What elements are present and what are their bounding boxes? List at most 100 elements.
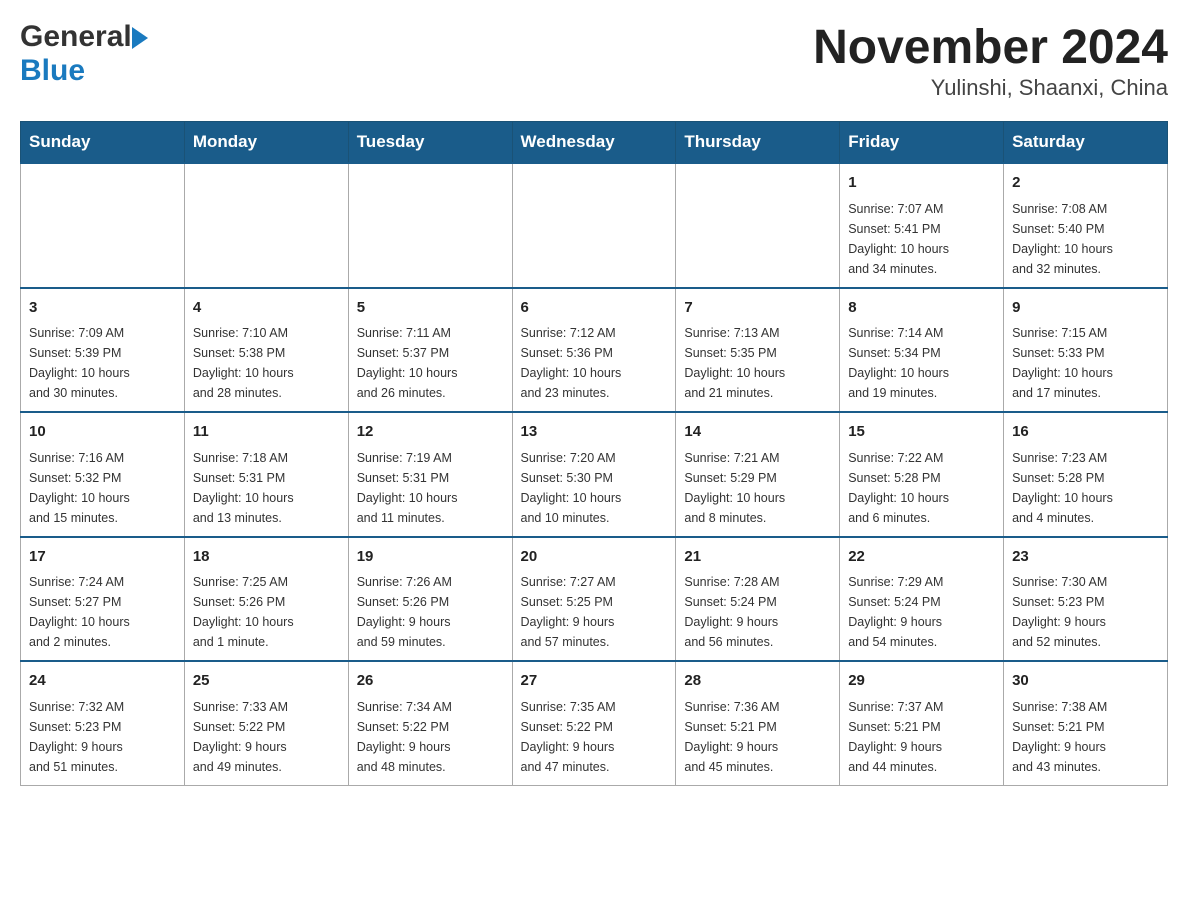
- weekday-header-tuesday: Tuesday: [348, 122, 512, 164]
- day-number: 6: [521, 297, 668, 320]
- day-number: 17: [29, 546, 176, 569]
- calendar-day-cell: 10 Sunrise: 7:16 AM Sunset: 5:32 PM Dayli…: [21, 412, 185, 537]
- logo-arrow-icon: [132, 27, 148, 49]
- day-info: Sunrise: 7:32 AM Sunset: 5:23 PM Dayligh…: [29, 697, 176, 777]
- calendar-day-cell: 26 Sunrise: 7:34 AM Sunset: 5:22 PM Dayli…: [348, 661, 512, 785]
- day-info: Sunrise: 7:07 AM Sunset: 5:41 PM Dayligh…: [848, 199, 995, 279]
- logo: General Blue: [20, 20, 148, 88]
- day-info: Sunrise: 7:29 AM Sunset: 5:24 PM Dayligh…: [848, 572, 995, 652]
- weekday-header-monday: Monday: [184, 122, 348, 164]
- calendar-day-cell: 16 Sunrise: 7:23 AM Sunset: 5:28 PM Dayli…: [1004, 412, 1168, 537]
- calendar-day-cell: 14 Sunrise: 7:21 AM Sunset: 5:29 PM Dayli…: [676, 412, 840, 537]
- calendar-day-cell: 23 Sunrise: 7:30 AM Sunset: 5:23 PM Dayli…: [1004, 537, 1168, 662]
- calendar-day-cell: [348, 163, 512, 288]
- calendar-week-row: 17 Sunrise: 7:24 AM Sunset: 5:27 PM Dayli…: [21, 537, 1168, 662]
- day-info: Sunrise: 7:12 AM Sunset: 5:36 PM Dayligh…: [521, 323, 668, 403]
- day-number: 3: [29, 297, 176, 320]
- calendar-day-cell: 24 Sunrise: 7:32 AM Sunset: 5:23 PM Dayli…: [21, 661, 185, 785]
- calendar-day-cell: 2Sunrise: 7:08 AM Sunset: 5:40 PM Daylig…: [1004, 163, 1168, 288]
- calendar-day-cell: 17 Sunrise: 7:24 AM Sunset: 5:27 PM Dayli…: [21, 537, 185, 662]
- day-number: 24: [29, 670, 176, 693]
- day-info: Sunrise: 7:15 AM Sunset: 5:33 PM Dayligh…: [1012, 323, 1159, 403]
- day-number: 11: [193, 421, 340, 444]
- day-info: Sunrise: 7:38 AM Sunset: 5:21 PM Dayligh…: [1012, 697, 1159, 777]
- calendar-day-cell: 20 Sunrise: 7:27 AM Sunset: 5:25 PM Dayli…: [512, 537, 676, 662]
- calendar-day-cell: 22 Sunrise: 7:29 AM Sunset: 5:24 PM Dayli…: [840, 537, 1004, 662]
- day-info: Sunrise: 7:34 AM Sunset: 5:22 PM Dayligh…: [357, 697, 504, 777]
- day-info: Sunrise: 7:27 AM Sunset: 5:25 PM Dayligh…: [521, 572, 668, 652]
- calendar-day-cell: [184, 163, 348, 288]
- day-info: Sunrise: 7:18 AM Sunset: 5:31 PM Dayligh…: [193, 448, 340, 528]
- day-number: 16: [1012, 421, 1159, 444]
- day-number: 15: [848, 421, 995, 444]
- calendar-week-row: 10 Sunrise: 7:16 AM Sunset: 5:32 PM Dayli…: [21, 412, 1168, 537]
- day-number: 10: [29, 421, 176, 444]
- day-number: 19: [357, 546, 504, 569]
- day-number: 23: [1012, 546, 1159, 569]
- calendar-day-cell: 27Sunrise: 7:35 AM Sunset: 5:22 PM Dayli…: [512, 661, 676, 785]
- day-number: 7: [684, 297, 831, 320]
- calendar-day-cell: 8 Sunrise: 7:14 AM Sunset: 5:34 PM Daylig…: [840, 288, 1004, 413]
- calendar-day-cell: 28Sunrise: 7:36 AM Sunset: 5:21 PM Dayli…: [676, 661, 840, 785]
- day-info: Sunrise: 7:08 AM Sunset: 5:40 PM Dayligh…: [1012, 199, 1159, 279]
- calendar-day-cell: 4Sunrise: 7:10 AM Sunset: 5:38 PM Daylig…: [184, 288, 348, 413]
- day-number: 5: [357, 297, 504, 320]
- day-number: 14: [684, 421, 831, 444]
- day-info: Sunrise: 7:09 AM Sunset: 5:39 PM Dayligh…: [29, 323, 176, 403]
- day-number: 1: [848, 172, 995, 195]
- day-info: Sunrise: 7:22 AM Sunset: 5:28 PM Dayligh…: [848, 448, 995, 528]
- calendar-day-cell: 13 Sunrise: 7:20 AM Sunset: 5:30 PM Dayli…: [512, 412, 676, 537]
- calendar-day-cell: 11 Sunrise: 7:18 AM Sunset: 5:31 PM Dayli…: [184, 412, 348, 537]
- day-info: Sunrise: 7:21 AM Sunset: 5:29 PM Dayligh…: [684, 448, 831, 528]
- calendar-week-row: 3 Sunrise: 7:09 AM Sunset: 5:39 PM Daylig…: [21, 288, 1168, 413]
- calendar-day-cell: 30 Sunrise: 7:38 AM Sunset: 5:21 PM Dayli…: [1004, 661, 1168, 785]
- day-number: 8: [848, 297, 995, 320]
- day-info: Sunrise: 7:35 AM Sunset: 5:22 PM Dayligh…: [521, 697, 668, 777]
- day-info: Sunrise: 7:26 AM Sunset: 5:26 PM Dayligh…: [357, 572, 504, 652]
- day-info: Sunrise: 7:33 AM Sunset: 5:22 PM Dayligh…: [193, 697, 340, 777]
- day-number: 28: [684, 670, 831, 693]
- day-info: Sunrise: 7:28 AM Sunset: 5:24 PM Dayligh…: [684, 572, 831, 652]
- calendar-day-cell: 15 Sunrise: 7:22 AM Sunset: 5:28 PM Dayli…: [840, 412, 1004, 537]
- day-number: 30: [1012, 670, 1159, 693]
- calendar-day-cell: [21, 163, 185, 288]
- day-info: Sunrise: 7:30 AM Sunset: 5:23 PM Dayligh…: [1012, 572, 1159, 652]
- logo-general: General: [20, 20, 132, 54]
- day-number: 25: [193, 670, 340, 693]
- calendar-day-cell: 21 Sunrise: 7:28 AM Sunset: 5:24 PM Dayli…: [676, 537, 840, 662]
- weekday-header-sunday: Sunday: [21, 122, 185, 164]
- calendar-day-cell: 18Sunrise: 7:25 AM Sunset: 5:26 PM Dayli…: [184, 537, 348, 662]
- day-info: Sunrise: 7:20 AM Sunset: 5:30 PM Dayligh…: [521, 448, 668, 528]
- day-info: Sunrise: 7:37 AM Sunset: 5:21 PM Dayligh…: [848, 697, 995, 777]
- calendar-week-row: 1 Sunrise: 7:07 AM Sunset: 5:41 PM Daylig…: [21, 163, 1168, 288]
- day-number: 18: [193, 546, 340, 569]
- day-number: 29: [848, 670, 995, 693]
- calendar-day-cell: 5Sunrise: 7:11 AM Sunset: 5:37 PM Daylig…: [348, 288, 512, 413]
- day-number: 26: [357, 670, 504, 693]
- day-info: Sunrise: 7:10 AM Sunset: 5:38 PM Dayligh…: [193, 323, 340, 403]
- calendar-day-cell: 3 Sunrise: 7:09 AM Sunset: 5:39 PM Daylig…: [21, 288, 185, 413]
- title-block: November 2024 Yulinshi, Shaanxi, China: [813, 20, 1168, 101]
- day-info: Sunrise: 7:14 AM Sunset: 5:34 PM Dayligh…: [848, 323, 995, 403]
- calendar-title: November 2024: [813, 20, 1168, 75]
- calendar-week-row: 24 Sunrise: 7:32 AM Sunset: 5:23 PM Dayli…: [21, 661, 1168, 785]
- day-number: 21: [684, 546, 831, 569]
- calendar-day-cell: 25 Sunrise: 7:33 AM Sunset: 5:22 PM Dayli…: [184, 661, 348, 785]
- day-number: 9: [1012, 297, 1159, 320]
- calendar-day-cell: 9 Sunrise: 7:15 AM Sunset: 5:33 PM Daylig…: [1004, 288, 1168, 413]
- day-info: Sunrise: 7:16 AM Sunset: 5:32 PM Dayligh…: [29, 448, 176, 528]
- day-info: Sunrise: 7:24 AM Sunset: 5:27 PM Dayligh…: [29, 572, 176, 652]
- weekday-header-wednesday: Wednesday: [512, 122, 676, 164]
- logo-blue: Blue: [20, 54, 85, 87]
- weekday-header-thursday: Thursday: [676, 122, 840, 164]
- calendar-subtitle: Yulinshi, Shaanxi, China: [813, 75, 1168, 101]
- day-number: 13: [521, 421, 668, 444]
- calendar-day-cell: 19 Sunrise: 7:26 AM Sunset: 5:26 PM Dayli…: [348, 537, 512, 662]
- day-number: 20: [521, 546, 668, 569]
- day-info: Sunrise: 7:19 AM Sunset: 5:31 PM Dayligh…: [357, 448, 504, 528]
- day-info: Sunrise: 7:23 AM Sunset: 5:28 PM Dayligh…: [1012, 448, 1159, 528]
- calendar-day-cell: 29 Sunrise: 7:37 AM Sunset: 5:21 PM Dayli…: [840, 661, 1004, 785]
- day-number: 22: [848, 546, 995, 569]
- weekday-header-friday: Friday: [840, 122, 1004, 164]
- day-info: Sunrise: 7:13 AM Sunset: 5:35 PM Dayligh…: [684, 323, 831, 403]
